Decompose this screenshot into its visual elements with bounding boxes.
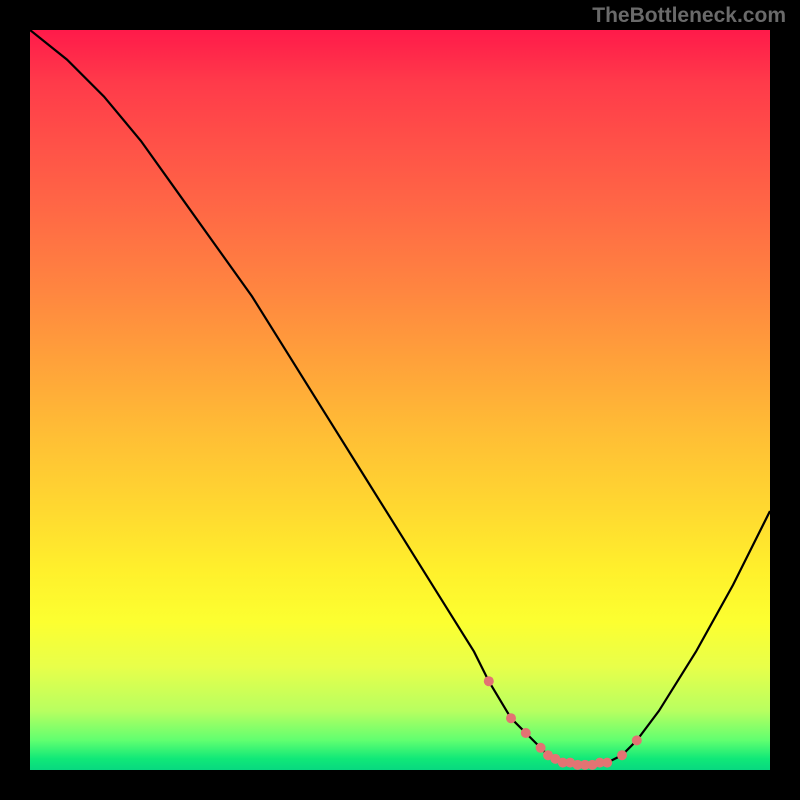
- marker-dot: [617, 750, 627, 760]
- marker-dot: [506, 713, 516, 723]
- marker-dot: [484, 676, 494, 686]
- watermark-label: TheBottleneck.com: [592, 4, 786, 28]
- plot-area: [30, 30, 770, 770]
- chart-svg: [30, 30, 770, 770]
- marker-group: [484, 676, 642, 770]
- marker-dot: [632, 735, 642, 745]
- marker-dot: [521, 728, 531, 738]
- curve-line: [30, 30, 770, 766]
- marker-dot: [536, 743, 546, 753]
- marker-dot: [602, 758, 612, 768]
